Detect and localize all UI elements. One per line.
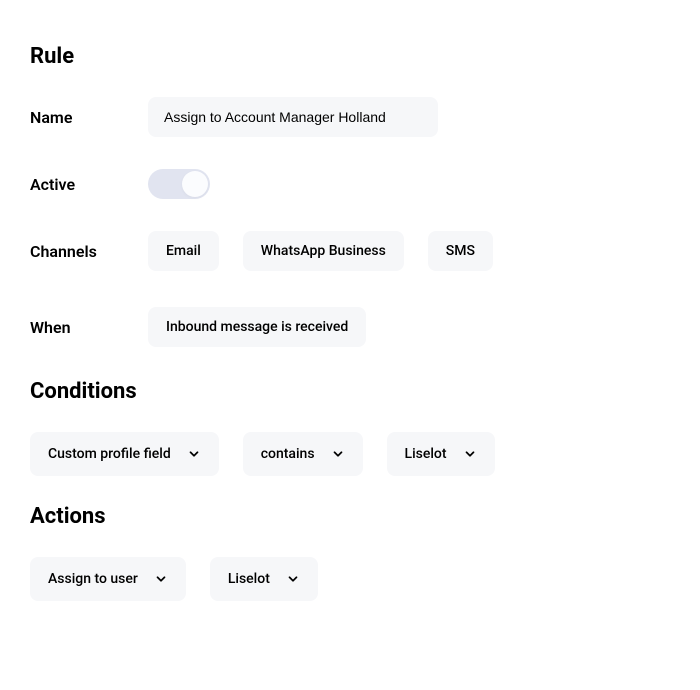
when-field-row: When Inbound message is received bbox=[30, 307, 670, 347]
name-label: Name bbox=[30, 108, 148, 127]
channel-chip-email[interactable]: Email bbox=[148, 231, 219, 271]
conditions-row: Custom profile field contains Liselot bbox=[30, 432, 670, 476]
actions-row: Assign to user Liselot bbox=[30, 557, 670, 601]
condition-field-dropdown[interactable]: Custom profile field bbox=[30, 432, 219, 476]
name-field-row: Name bbox=[30, 97, 670, 137]
conditions-section-title: Conditions bbox=[30, 379, 670, 404]
when-value[interactable]: Inbound message is received bbox=[148, 307, 366, 347]
chevron-down-icon bbox=[331, 447, 345, 461]
channels-label: Channels bbox=[30, 242, 148, 261]
channel-chip-sms[interactable]: SMS bbox=[428, 231, 493, 271]
actions-section-title: Actions bbox=[30, 504, 670, 529]
name-input[interactable] bbox=[148, 97, 438, 137]
active-label: Active bbox=[30, 175, 148, 194]
condition-value-label: Liselot bbox=[405, 446, 447, 462]
condition-field-label: Custom profile field bbox=[48, 446, 171, 462]
chevron-down-icon bbox=[286, 572, 300, 586]
when-label: When bbox=[30, 318, 148, 337]
actions-section: Actions Assign to user Liselot bbox=[30, 504, 670, 601]
condition-operator-label: contains bbox=[261, 446, 315, 462]
channel-chip-whatsapp[interactable]: WhatsApp Business bbox=[243, 231, 404, 271]
active-toggle[interactable] bbox=[148, 169, 210, 199]
action-value-label: Liselot bbox=[228, 571, 270, 587]
action-type-dropdown[interactable]: Assign to user bbox=[30, 557, 186, 601]
action-type-label: Assign to user bbox=[48, 571, 138, 587]
chevron-down-icon bbox=[154, 572, 168, 586]
chevron-down-icon bbox=[463, 447, 477, 461]
toggle-knob bbox=[182, 171, 208, 197]
condition-value-dropdown[interactable]: Liselot bbox=[387, 432, 495, 476]
rule-section-title: Rule bbox=[30, 44, 670, 69]
action-value-dropdown[interactable]: Liselot bbox=[210, 557, 318, 601]
channels-chips: Email WhatsApp Business SMS bbox=[148, 231, 493, 271]
condition-operator-dropdown[interactable]: contains bbox=[243, 432, 363, 476]
active-field-row: Active bbox=[30, 169, 670, 199]
channels-field-row: Channels Email WhatsApp Business SMS bbox=[30, 231, 670, 271]
chevron-down-icon bbox=[187, 447, 201, 461]
conditions-section: Conditions Custom profile field contains… bbox=[30, 379, 670, 476]
